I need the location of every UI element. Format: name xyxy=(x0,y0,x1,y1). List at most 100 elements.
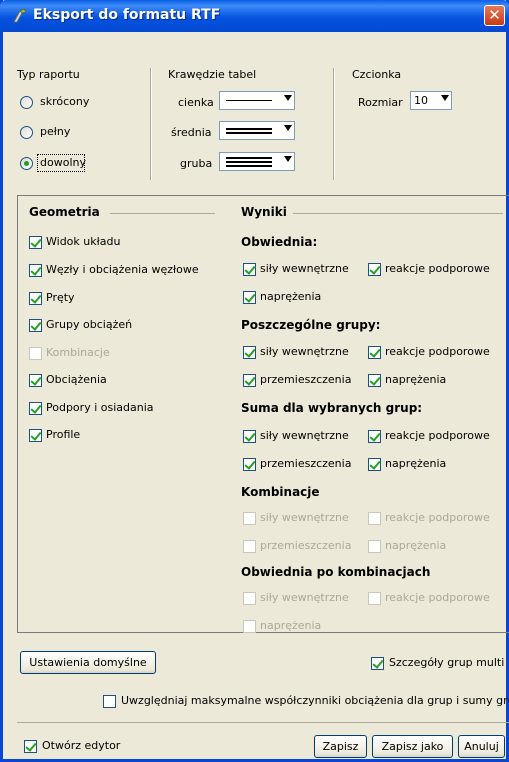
results-rule xyxy=(293,213,503,214)
geometry-item-label: Grupy obciążeń xyxy=(46,318,133,331)
geometry-item-label: Profile xyxy=(46,428,81,441)
thick-line-sample xyxy=(226,157,272,159)
radio-custom-label: dowolny xyxy=(40,156,86,169)
result-item-label: siły wewnętrzne xyxy=(260,591,349,604)
geometry-layout-view-checkbox[interactable] xyxy=(29,236,42,249)
sum-internal-forces-checkbox[interactable] xyxy=(243,430,256,443)
envelope-stresses-checkbox[interactable] xyxy=(243,291,256,304)
result-item-label: siły wewnętrzne xyxy=(260,511,349,524)
geometry-rule xyxy=(110,213,215,214)
save-button[interactable]: Zapisz xyxy=(314,735,367,758)
thick-border-label: gruba xyxy=(180,157,213,170)
open-editor-label: Otwórz edytor xyxy=(42,739,121,752)
result-item-label: naprężenia xyxy=(260,290,322,303)
geometry-profiles-checkbox[interactable] xyxy=(29,429,42,442)
report-type-heading: Typ raportu xyxy=(17,68,80,81)
groups-internal-forces-checkbox[interactable] xyxy=(243,346,256,359)
medium-border-label: średnia xyxy=(171,126,212,139)
geometry-combinations-checkbox[interactable] xyxy=(29,347,42,360)
result-item-label: naprężenia xyxy=(260,619,322,632)
geometry-loads-checkbox[interactable] xyxy=(29,374,42,387)
radio-full-label: pełny xyxy=(40,125,71,138)
medium-border-select[interactable] xyxy=(219,121,295,140)
table-borders-heading: Krawędzie tabel xyxy=(168,68,257,81)
close-button[interactable]: ✕ xyxy=(484,5,505,26)
font-size-select[interactable]: 10 xyxy=(410,91,452,110)
comb-displacements-checkbox[interactable] xyxy=(243,540,256,553)
medium-line-sample xyxy=(226,132,272,134)
geometry-item-label: Widok układu xyxy=(46,235,121,248)
result-item-label: siły wewnętrzne xyxy=(260,345,349,358)
result-item-label: reakcje podporowe xyxy=(385,429,490,442)
result-item-label: siły wewnętrzne xyxy=(260,429,349,442)
geometry-bars-checkbox[interactable] xyxy=(29,292,42,305)
open-editor-checkbox[interactable] xyxy=(24,740,37,753)
chevron-down-icon xyxy=(284,156,292,162)
result-item-label: siły wewnętrzne xyxy=(260,262,349,275)
result-item-label: reakcje podporowe xyxy=(385,511,490,524)
groups-displacements-checkbox[interactable] xyxy=(243,374,256,387)
groups-stresses-checkbox[interactable] xyxy=(368,374,381,387)
radio-custom[interactable] xyxy=(20,157,33,170)
envelope-internal-forces-checkbox[interactable] xyxy=(243,263,256,276)
thin-line-sample xyxy=(226,100,272,101)
combination-envelope-heading: Obwiednia po kombinacjach xyxy=(241,565,431,579)
sum-reactions-checkbox[interactable] xyxy=(368,430,381,443)
thick-line-sample xyxy=(226,165,272,167)
geometry-item-label: Obciążenia xyxy=(46,373,107,386)
result-item-label: reakcje podporowe xyxy=(385,345,490,358)
groups-reactions-checkbox[interactable] xyxy=(368,346,381,359)
comb-stresses-checkbox[interactable] xyxy=(368,540,381,553)
save-as-button[interactable]: Zapisz jako xyxy=(372,735,453,758)
envelope-reactions-checkbox[interactable] xyxy=(368,263,381,276)
results-heading: Wyniki xyxy=(241,205,287,219)
geometry-item-label: Podpory i osiadania xyxy=(46,401,154,414)
thin-border-select[interactable] xyxy=(219,91,295,110)
geometry-item-label: Pręty xyxy=(46,291,75,304)
chevron-down-icon xyxy=(284,125,292,131)
result-item-label: przemieszczenia xyxy=(260,457,352,470)
individual-groups-heading: Poszczególne grupy: xyxy=(241,318,381,332)
chevron-down-icon xyxy=(284,95,292,101)
result-item-label: przemieszczenia xyxy=(260,373,352,386)
max-factors-checkbox[interactable] xyxy=(103,695,116,708)
font-size-value: 10 xyxy=(414,94,428,107)
group-details-label: Szczegóły grup multi xyxy=(389,656,505,669)
result-item-label: naprężenia xyxy=(385,457,447,470)
font-heading: Czcionka xyxy=(352,68,402,81)
medium-line-sample xyxy=(226,128,272,130)
result-item-label: przemieszczenia xyxy=(260,539,352,552)
footer-divider xyxy=(17,722,509,723)
cancel-button[interactable]: Anuluj xyxy=(458,735,505,758)
envelope-heading: Obwiednia: xyxy=(241,235,318,249)
rtf-export-dialog: Eksport do formatu RTF ✕ Typ raportu skr… xyxy=(0,0,509,762)
geometry-supports-checkbox[interactable] xyxy=(29,402,42,415)
geometry-load-groups-checkbox[interactable] xyxy=(29,319,42,332)
geometry-nodes-checkbox[interactable] xyxy=(29,264,42,277)
combinations-heading: Kombinacje xyxy=(241,485,320,499)
app-icon xyxy=(13,8,27,23)
result-item-label: naprężenia xyxy=(385,539,447,552)
font-size-label: Rozmiar xyxy=(358,96,403,109)
comb-env-internal-forces-checkbox[interactable] xyxy=(243,592,256,605)
sum-displacements-checkbox[interactable] xyxy=(243,458,256,471)
comb-env-stresses-checkbox[interactable] xyxy=(243,620,256,633)
thick-border-select[interactable] xyxy=(219,152,295,171)
result-item-label: reakcje podporowe xyxy=(385,262,490,275)
title-bar[interactable]: Eksport do formatu RTF ✕ xyxy=(0,0,509,32)
radio-full[interactable] xyxy=(20,126,33,139)
geometry-item-label: Węzły i obciążenia węzłowe xyxy=(46,263,199,276)
thick-line-sample xyxy=(226,161,272,163)
default-settings-button[interactable]: Ustawienia domyślne xyxy=(20,651,156,674)
thin-border-label: cienka xyxy=(178,96,214,109)
comb-reactions-checkbox[interactable] xyxy=(368,512,381,525)
selected-groups-sum-heading: Suma dla wybranych grup: xyxy=(241,401,423,415)
sum-stresses-checkbox[interactable] xyxy=(368,458,381,471)
comb-internal-forces-checkbox[interactable] xyxy=(243,512,256,525)
group-details-checkbox[interactable] xyxy=(371,657,384,670)
radio-short-label: skrócony xyxy=(40,95,90,108)
comb-env-reactions-checkbox[interactable] xyxy=(368,592,381,605)
geometry-item-label: Kombinacje xyxy=(46,346,110,359)
radio-short[interactable] xyxy=(20,96,33,109)
separator xyxy=(150,68,152,180)
